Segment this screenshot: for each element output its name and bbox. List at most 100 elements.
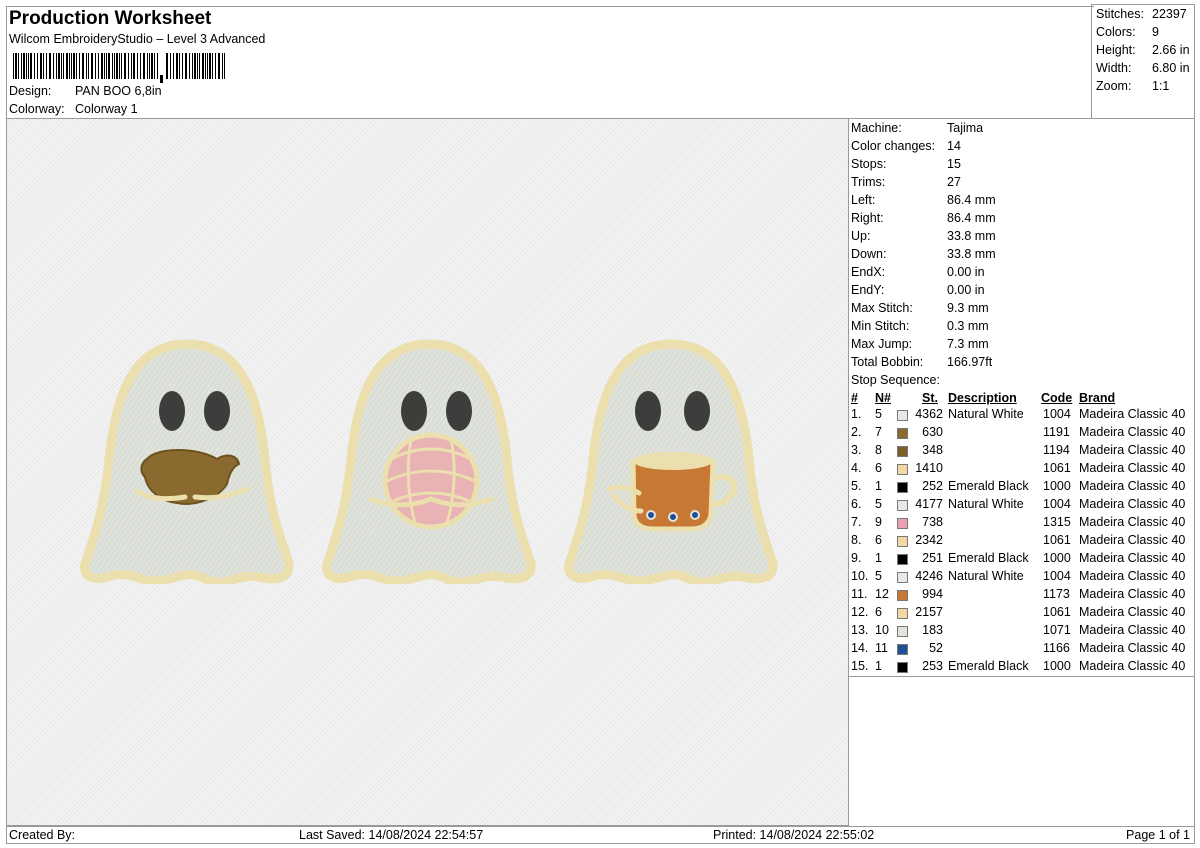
machine-value: 166.97ft [947, 355, 993, 369]
colorway-row: Colorway: Colorway 1 [9, 102, 138, 116]
col-description: Description [948, 391, 1017, 405]
machine-value: 33.8 mm [947, 229, 996, 243]
seq-code: 1004 [1043, 569, 1071, 583]
seq-code: 1000 [1043, 479, 1071, 493]
table-row: 11. 12 1173 Madeira Classic 40 994 [849, 587, 1195, 605]
seq-index: 2. [851, 425, 862, 439]
machine-row: Max Stitch: 9.3 mm [851, 301, 989, 315]
machine-value: 33.8 mm [947, 247, 996, 261]
machine-value: 0.00 in [947, 265, 985, 279]
table-row: 6. 5 Natural White 1004 Madeira Classic 40 41… [849, 497, 1195, 515]
table-row: 1. 5 Natural White 1004 Madeira Classic 40 43… [849, 407, 1195, 425]
seq-code: 1004 [1043, 497, 1071, 511]
machine-label: Trims: [851, 175, 886, 189]
ghost-eye [159, 391, 185, 431]
seq-stitches: 2157 [915, 605, 943, 619]
seq-needle: 6 [875, 533, 882, 547]
seq-stitches: 252 [922, 479, 943, 493]
color-swatch [897, 572, 908, 583]
seq-description: Natural White [948, 497, 1024, 511]
ghost-eye [401, 391, 427, 431]
table-row: 8. 6 1061 Madeira Classic 40 2342 [849, 533, 1195, 551]
col-needle: N# [875, 391, 891, 405]
color-swatch [897, 536, 908, 547]
stop-sequence-title: Stop Sequence: [851, 373, 940, 387]
color-swatch [897, 518, 908, 529]
table-row: 14. 11 1166 Madeira Classic 40 52 [849, 641, 1195, 659]
summary-colors: Colors: 9 [1096, 25, 1159, 39]
design-label: Design: [9, 84, 52, 98]
seq-index: 1. [851, 407, 862, 421]
machine-value: Tajima [947, 121, 984, 135]
color-swatch [897, 608, 908, 619]
ghost-bread-pig [85, 344, 290, 582]
color-swatch [897, 428, 908, 439]
summary-stitches: Stitches: 22397 [1096, 7, 1187, 21]
machine-row: Trims: 27 [851, 175, 961, 189]
machine-value: 0.00 in [947, 283, 985, 297]
summary-label: Width: [1096, 61, 1132, 75]
seq-needle: 8 [875, 443, 882, 457]
seq-brand: Madeira Classic 40 [1079, 443, 1186, 457]
machine-value: 27 [947, 175, 961, 189]
summary-value: 9 [1152, 25, 1159, 39]
machine-value: 0.3 mm [947, 319, 989, 333]
machine-label: Min Stitch: [851, 319, 910, 333]
machine-label: Machine: [851, 121, 902, 135]
seq-description: Emerald Black [948, 479, 1029, 493]
seq-stitches: 4246 [915, 569, 943, 583]
flower-icon [690, 510, 700, 520]
ghost-eye [635, 391, 661, 431]
table-row: 13. 10 1071 Madeira Classic 40 183 [849, 623, 1195, 641]
seq-stitches: 348 [922, 443, 943, 457]
summary-value: 6.80 in [1152, 61, 1190, 75]
machine-row: Color changes: 14 [851, 139, 961, 153]
machine-row: EndX: 0.00 in [851, 265, 985, 279]
color-swatch [897, 464, 908, 475]
seq-stitches: 1410 [915, 461, 943, 475]
colorway-label: Colorway: [9, 102, 65, 116]
machine-info-panel: Machine: Tajima Color changes: 14 Stops: 15 Tr… [849, 118, 1195, 826]
machine-label: EndY: [851, 283, 885, 297]
machine-label: Up: [851, 229, 871, 243]
seq-code: 1166 [1043, 641, 1070, 655]
seq-code: 1061 [1043, 605, 1071, 619]
machine-value: 86.4 mm [947, 211, 996, 225]
machine-label: Max Stitch: [851, 301, 913, 315]
machine-label: Total Bobbin: [851, 355, 924, 369]
summary-label: Colors: [1096, 25, 1136, 39]
seq-code: 1004 [1043, 407, 1071, 421]
machine-value: 86.4 mm [947, 193, 996, 207]
flower-icon [668, 512, 678, 522]
page-title: Production Worksheet [9, 8, 212, 29]
machine-label: Left: [851, 193, 876, 207]
machine-row: Min Stitch: 0.3 mm [851, 319, 989, 333]
machine-row: Machine: Tajima [851, 121, 983, 135]
machine-label: Right: [851, 211, 884, 225]
machine-row: Down: 33.8 mm [851, 247, 996, 261]
printed-date: Printed: 14/08/2024 22:55:02 [713, 828, 875, 842]
seq-index: 9. [851, 551, 862, 565]
seq-code: 1061 [1043, 461, 1071, 475]
seq-needle: 12 [875, 587, 889, 601]
table-row: 5. 1 Emerald Black 1000 Madeira Classic 40 25… [849, 479, 1195, 497]
col-stitches: St. [922, 391, 938, 405]
seq-stitches: 251 [922, 551, 943, 565]
seq-description: Emerald Black [948, 551, 1029, 565]
seq-stitches: 630 [922, 425, 943, 439]
seq-brand: Madeira Classic 40 [1079, 569, 1186, 583]
ghost-concha [327, 344, 532, 582]
embroidery-design [7, 119, 850, 827]
seq-needle: 5 [875, 569, 882, 583]
color-swatch [897, 662, 908, 673]
seq-brand: Madeira Classic 40 [1079, 479, 1186, 493]
seq-stitches: 253 [922, 659, 943, 673]
col-brand: Brand [1079, 391, 1116, 405]
seq-needle: 6 [875, 605, 882, 619]
seq-brand: Madeira Classic 40 [1079, 659, 1186, 673]
table-row: 3. 8 1194 Madeira Classic 40 348 [849, 443, 1195, 461]
summary-value: 2.66 in [1152, 43, 1190, 57]
seq-needle: 11 [875, 641, 888, 655]
ghost-eye [204, 391, 230, 431]
color-swatch [897, 554, 908, 565]
